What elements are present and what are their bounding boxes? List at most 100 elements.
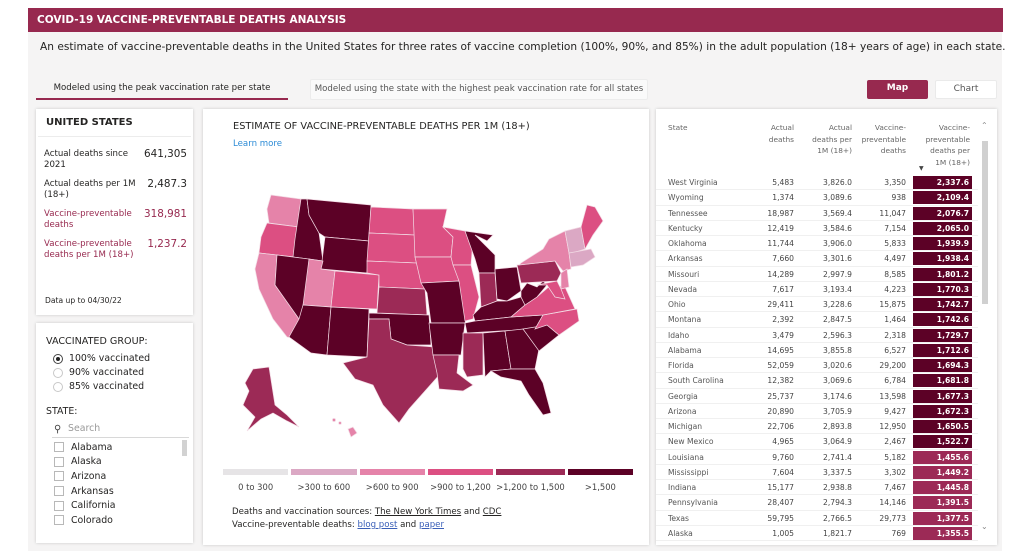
table-row[interactable]: Ohio 29,411 3,228.6 15,875 1,742.7 bbox=[656, 297, 978, 313]
cell-vpd: 29,200 bbox=[879, 361, 906, 370]
map-view-button[interactable]: Map bbox=[867, 80, 928, 99]
table-row[interactable]: Louisiana 9,760 2,741.4 5,182 1,455.6 bbox=[656, 450, 978, 465]
table-row[interactable]: Pennsylvania 28,407 2,794.3 14,146 1,391.5 bbox=[656, 495, 978, 511]
radio-85-vaccinated[interactable]: 85% vaccinated bbox=[53, 381, 144, 392]
state-minnesota[interactable] bbox=[412, 208, 454, 258]
table-row[interactable]: Montana 2,392 2,847.5 1,464 1,742.6 bbox=[656, 312, 978, 328]
table-row[interactable]: Alaska 1,005 1,821.7 769 1,355.5 bbox=[656, 526, 978, 541]
blog-post-link[interactable]: blog post bbox=[357, 520, 397, 530]
legend-item: >900 to 1,200 bbox=[427, 469, 494, 492]
cell-actual-per-1m: 3,228.6 bbox=[823, 300, 852, 309]
state-list-item[interactable]: Colorado bbox=[54, 513, 182, 528]
table-row[interactable]: Wyoming 1,374 3,089.6 938 2,109.4 bbox=[656, 190, 978, 206]
header-text: deaths bbox=[768, 134, 794, 144]
state-oregon[interactable] bbox=[258, 222, 300, 258]
table-row[interactable]: Oklahoma 11,744 3,906.0 5,833 1,939.9 bbox=[656, 236, 978, 252]
header-text: deaths bbox=[880, 146, 906, 155]
state-arkansas[interactable] bbox=[428, 322, 466, 356]
state-list-scrollbar[interactable] bbox=[182, 440, 187, 456]
learn-more-link[interactable]: Learn more bbox=[233, 139, 282, 149]
state-hawaii[interactable] bbox=[347, 426, 358, 438]
state-washington[interactable] bbox=[266, 194, 302, 228]
table-row[interactable]: New Mexico 4,965 3,064.9 2,467 1,522.7 bbox=[656, 434, 978, 450]
state-filter-title: STATE: bbox=[46, 406, 78, 417]
col-header-state[interactable]: State bbox=[668, 122, 688, 134]
table-row[interactable]: Indiana 15,177 2,938.8 7,467 1,445.8 bbox=[656, 480, 978, 496]
state-kansas[interactable] bbox=[376, 286, 428, 316]
table-row[interactable]: Arkansas 7,660 3,301.6 4,497 1,938.4 bbox=[656, 251, 978, 267]
table-row[interactable]: Idaho 3,479 2,596.3 2,318 1,729.7 bbox=[656, 328, 978, 343]
checkbox-icon[interactable] bbox=[54, 456, 64, 467]
tab-peak-rate-per-state[interactable]: Modeled using the peak vaccination rate … bbox=[36, 80, 288, 100]
table-row[interactable]: Alabama 14,695 3,855.8 6,527 1,712.6 bbox=[656, 343, 978, 358]
checkbox-icon[interactable] bbox=[54, 515, 64, 526]
state-new-mexico[interactable] bbox=[326, 306, 370, 358]
table-row[interactable]: Mississippi 7,604 3,337.5 3,302 1,449.2 bbox=[656, 465, 978, 480]
us-choropleth-map[interactable] bbox=[203, 169, 649, 469]
checkbox-icon[interactable] bbox=[54, 486, 64, 497]
checkbox-icon[interactable] bbox=[54, 442, 64, 453]
state-hawaii-islands[interactable] bbox=[338, 421, 342, 425]
chart-view-button[interactable]: Chart bbox=[935, 80, 997, 99]
state-list-item[interactable]: Alaska bbox=[54, 455, 182, 470]
scroll-down-icon[interactable]: ⌄ bbox=[981, 522, 988, 531]
state-maine[interactable] bbox=[580, 204, 604, 251]
state-north-dakota[interactable] bbox=[368, 206, 416, 236]
table-row[interactable]: West Virginia 5,483 3,826.0 3,350 2,337.6 bbox=[656, 175, 978, 191]
table-row[interactable]: Nevada 7,617 3,193.4 4,223 1,770.3 bbox=[656, 282, 978, 297]
col-header-vpd[interactable]: Vaccine- preventable deaths bbox=[862, 122, 906, 157]
radio-unselected-icon[interactable] bbox=[53, 367, 63, 378]
cell-state: Wyoming bbox=[668, 193, 704, 203]
table-row[interactable]: Texas 59,795 2,766.5 29,773 1,377.5 bbox=[656, 511, 978, 526]
cell-vpd-per-1m: 1,391.5 bbox=[913, 496, 972, 510]
state-list-item[interactable]: California bbox=[54, 498, 182, 513]
table-row[interactable]: South Carolina 12,382 3,069.6 6,784 1,681.8 bbox=[656, 373, 978, 389]
paper-link[interactable]: paper bbox=[419, 520, 444, 530]
state-list-item[interactable]: Alabama bbox=[54, 440, 182, 455]
state-colorado[interactable] bbox=[330, 270, 380, 310]
state-mississippi[interactable] bbox=[462, 332, 484, 378]
radio-unselected-icon[interactable] bbox=[53, 381, 63, 392]
checkbox-icon[interactable] bbox=[54, 471, 64, 482]
state-florida[interactable] bbox=[489, 368, 552, 416]
cell-state: Michigan bbox=[668, 422, 703, 431]
cell-state: Alaska bbox=[668, 528, 693, 538]
state-wyoming[interactable] bbox=[320, 236, 370, 274]
col-header-actual-deaths[interactable]: Actual deaths bbox=[769, 122, 794, 145]
cell-state: Ohio bbox=[668, 300, 686, 309]
sort-descending-icon[interactable]: ▼ bbox=[919, 165, 924, 172]
table-row[interactable]: Florida 52,059 3,020.6 29,200 1,694.3 bbox=[656, 358, 978, 374]
table-row[interactable]: Arizona 20,890 3,705.9 9,427 1,672.3 bbox=[656, 404, 978, 419]
col-header-vpd-per-1m[interactable]: Vaccine- preventable deaths per 1M (18+) bbox=[926, 122, 970, 168]
table-row[interactable]: Michigan 22,706 2,893.8 12,950 1,650.5 bbox=[656, 419, 978, 435]
legend-swatch bbox=[359, 469, 425, 475]
state-list-item[interactable]: Arkansas bbox=[54, 484, 182, 499]
table-row[interactable]: Tennessee 18,987 3,569.4 11,047 2,076.7 bbox=[656, 206, 978, 221]
nyt-link[interactable]: The New York Times bbox=[375, 507, 461, 517]
cdc-link[interactable]: CDC bbox=[483, 507, 502, 517]
radio-100-vaccinated[interactable]: 100% vaccinated bbox=[53, 353, 150, 364]
state-search-input[interactable]: ⚲ Search bbox=[52, 423, 189, 438]
data-date-note: Data up to 04/30/22 bbox=[45, 296, 122, 305]
checkbox-icon[interactable] bbox=[54, 500, 64, 511]
tab-highest-peak-rate[interactable]: Modeled using the state with the highest… bbox=[310, 79, 648, 100]
state-hawaii-islands[interactable] bbox=[332, 418, 336, 422]
state-list-item[interactable]: Arizona bbox=[54, 469, 182, 484]
scroll-thumb[interactable] bbox=[982, 141, 988, 304]
radio-selected-icon[interactable] bbox=[53, 353, 63, 364]
cell-actual-deaths: 18,987 bbox=[767, 208, 794, 218]
legend-swatch bbox=[427, 469, 494, 475]
state-alaska[interactable] bbox=[242, 366, 300, 432]
state-ohio[interactable] bbox=[494, 266, 522, 302]
state-new-jersey[interactable] bbox=[560, 268, 570, 290]
table-scrollbar[interactable]: ⌃ ⌄ bbox=[980, 121, 990, 531]
kpi-value: 641,305 bbox=[144, 148, 187, 160]
table-row[interactable]: Missouri 14,289 2,997.9 8,585 1,801.2 bbox=[656, 267, 978, 282]
cell-actual-per-1m: 3,193.4 bbox=[823, 284, 852, 294]
state-south-dakota[interactable] bbox=[366, 232, 418, 264]
radio-90-vaccinated[interactable]: 90% vaccinated bbox=[53, 367, 144, 378]
col-header-actual-deaths-per-1m[interactable]: Actual deaths per 1M (18+) bbox=[812, 122, 852, 157]
table-row[interactable]: Kentucky 12,419 3,584.6 7,154 2,065.0 bbox=[656, 221, 978, 236]
scroll-up-icon[interactable]: ⌃ bbox=[981, 121, 988, 130]
table-row[interactable]: Georgia 25,737 3,174.6 13,598 1,677.3 bbox=[656, 389, 978, 404]
